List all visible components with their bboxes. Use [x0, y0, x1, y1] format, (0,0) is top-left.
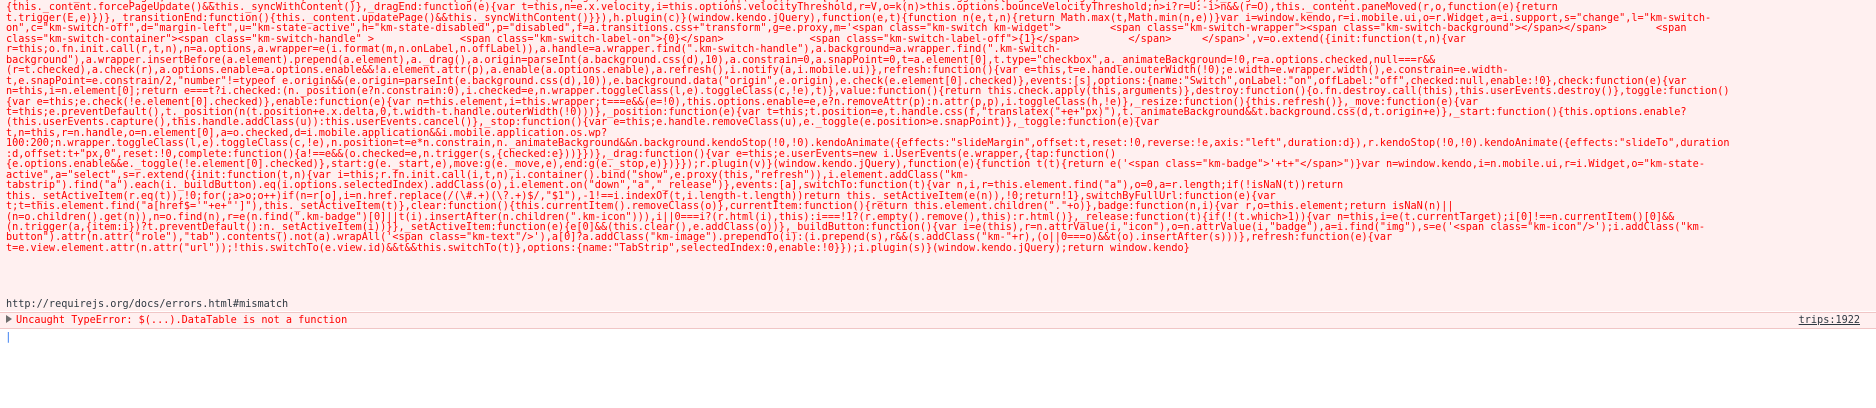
error-docs-url[interactable]: http://requirejs.org/docs/errors.html#mi… [6, 299, 288, 311]
console-input[interactable] [16, 330, 1856, 344]
console-prompt[interactable]: | [0, 330, 1876, 408]
uncaught-error-message: Uncaught TypeError: $(...).DataTable is … [16, 315, 348, 326]
error-source-link[interactable]: trips:1922 [1799, 314, 1860, 327]
error-message-block: e,n,i=this._content.pages,r=this._conten… [0, 0, 1876, 311]
devtools-console: e,n,i=this._content.pages,r=this._conten… [0, 0, 1876, 407]
prompt-caret-icon: | [5, 330, 12, 343]
uncaught-error-row[interactable]: Uncaught TypeError: $(...).DataTable is … [0, 313, 1876, 329]
triangle-right-icon[interactable] [6, 315, 12, 323]
error-stack-text: e,n,i=this._content.pages,r=this._conten… [6, 0, 1730, 254]
